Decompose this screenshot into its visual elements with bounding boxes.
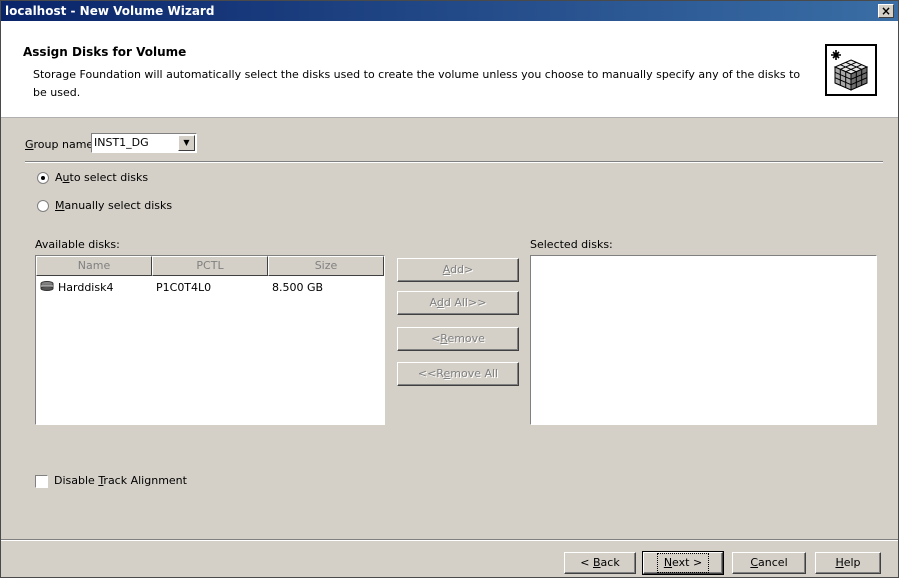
chevron-down-icon[interactable]: ▼: [178, 135, 195, 151]
volume-cube-icon: [825, 44, 877, 96]
manual-select-radio[interactable]: Manually select disks: [37, 199, 172, 212]
help-button[interactable]: Help: [815, 552, 881, 574]
close-button[interactable]: ×: [878, 4, 894, 18]
next-button[interactable]: Next >: [642, 551, 724, 575]
disk-pctl: P1C0T4L0: [156, 281, 212, 294]
group-name-label: Group name:: [25, 138, 97, 151]
column-header-name[interactable]: Name: [36, 256, 152, 276]
disk-size: 8.500 GB: [272, 281, 324, 294]
wizard-window: localhost - New Volume Wizard × Assign D…: [0, 0, 899, 578]
remove-all-button[interactable]: <<Remove All: [397, 362, 519, 386]
remove-button[interactable]: <Remove: [397, 327, 519, 351]
radio-selected-icon[interactable]: [37, 171, 49, 184]
wizard-header: Assign Disks for Volume Storage Foundati…: [1, 21, 898, 118]
group-name-dropdown[interactable]: INST1_DG ▼: [91, 133, 197, 153]
track-alignment-label: Disable Track Alignment: [54, 474, 187, 487]
auto-select-radio[interactable]: Auto select disks: [37, 171, 148, 184]
available-disks-list[interactable]: Name PCTL Size Harddisk4 P1C0T4L0 8.500 …: [35, 255, 385, 425]
selected-disks-label: Selected disks:: [530, 238, 613, 251]
page-title: Assign Disks for Volume: [23, 45, 187, 59]
back-button[interactable]: < Back: [564, 552, 636, 574]
radio-unselected-icon[interactable]: [37, 199, 49, 212]
cancel-button[interactable]: Cancel: [732, 552, 806, 574]
close-icon: ×: [880, 4, 892, 18]
available-disks-label: Available disks:: [35, 238, 120, 251]
manual-select-label: Manually select disks: [55, 199, 173, 212]
add-all-button[interactable]: Add All>>: [397, 291, 519, 315]
column-header-size[interactable]: Size: [268, 256, 384, 276]
window-title: localhost - New Volume Wizard: [5, 4, 215, 18]
divider: [25, 161, 883, 163]
track-alignment-checkbox[interactable]: [35, 475, 48, 488]
page-description: Storage Foundation will automatically se…: [33, 68, 801, 99]
add-button[interactable]: Add>: [397, 258, 519, 282]
table-row[interactable]: Harddisk4 P1C0T4L0 8.500 GB: [36, 280, 384, 296]
disk-name: Harddisk4: [58, 281, 114, 294]
selected-disks-list[interactable]: [530, 255, 877, 425]
disk-icon: [40, 281, 54, 292]
footer-divider: [1, 539, 898, 541]
group-name-value: INST1_DG: [94, 136, 149, 149]
auto-select-label: Auto select disks: [55, 171, 149, 184]
column-header-pctl[interactable]: PCTL: [152, 256, 268, 276]
title-bar[interactable]: localhost - New Volume Wizard ×: [1, 1, 898, 21]
